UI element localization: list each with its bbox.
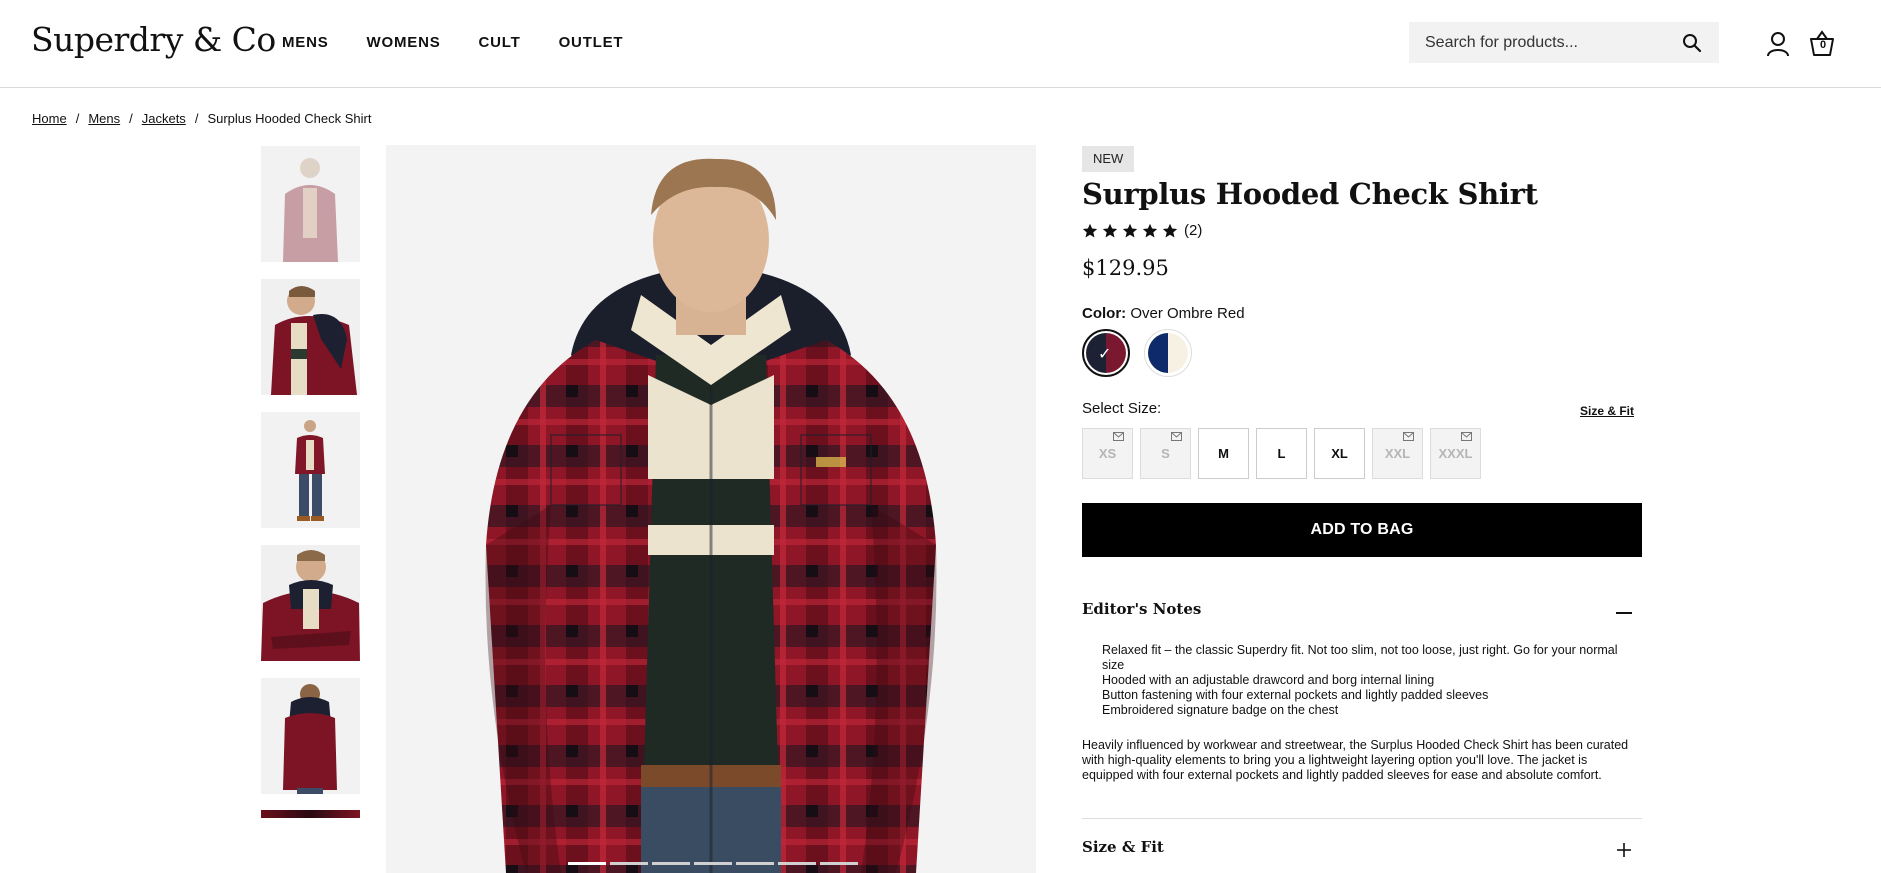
breadcrumb-separator: / — [75, 111, 80, 126]
size-fit-title: Size & Fit — [1082, 838, 1164, 856]
breadcrumb-separator: / — [129, 111, 133, 126]
size-text: XL — [1331, 446, 1348, 461]
thumbnail-image — [261, 279, 360, 395]
swatch-fill: ✓ — [1086, 333, 1126, 373]
size-text: M — [1218, 446, 1229, 461]
thumbnail-image — [261, 678, 360, 794]
search-input[interactable] — [1425, 22, 1675, 63]
size-fit-link[interactable]: Size & Fit — [1580, 404, 1634, 418]
size-option-xxl[interactable]: XXL — [1372, 428, 1423, 479]
thumbnail-6[interactable] — [261, 810, 360, 818]
check-icon: ✓ — [1098, 346, 1112, 363]
color-label: Color: Over Ombre Red — [1082, 305, 1245, 322]
breadcrumb-home[interactable]: Home — [32, 111, 67, 126]
swatch-fill — [1148, 333, 1188, 373]
breadcrumb-jackets[interactable]: Jackets — [142, 111, 186, 126]
product-rating[interactable]: (2) — [1082, 222, 1202, 239]
size-text: S — [1161, 446, 1170, 461]
star-icon — [1082, 223, 1098, 237]
size-fit-toggle[interactable]: Size & Fit — [1082, 838, 1642, 862]
plus-icon — [1617, 843, 1631, 857]
nav-womens[interactable]: WOMENS — [367, 34, 441, 51]
new-badge: NEW — [1082, 146, 1135, 172]
mail-icon — [1171, 432, 1182, 441]
thumbnail-image — [261, 412, 360, 528]
size-option-xxxl[interactable]: XXXL — [1430, 428, 1481, 479]
main-product-image[interactable] — [386, 145, 1036, 873]
add-to-bag-button[interactable]: ADD TO BAG — [1082, 503, 1642, 557]
breadcrumb: Home / Mens / Jackets / Surplus Hooded C… — [32, 111, 371, 126]
size-option-xs[interactable]: XS — [1082, 428, 1133, 479]
editors-notes-toggle[interactable]: Editor's Notes — [1082, 600, 1642, 624]
nav-mens[interactable]: MENS — [282, 34, 329, 51]
search-icon[interactable] — [1682, 33, 1702, 53]
search-bar — [1409, 22, 1719, 63]
product-description: Heavily influenced by workwear and stree… — [1082, 738, 1629, 782]
site-logo[interactable]: Superdry & Co — [31, 20, 276, 59]
slide-dot[interactable] — [736, 862, 774, 865]
product-price: $129.95 — [1082, 256, 1169, 280]
star-icon — [1122, 223, 1138, 237]
thumbnail-3[interactable] — [261, 412, 360, 528]
product-title: Surplus Hooded Check Shirt — [1082, 177, 1538, 211]
basket-count: 0 — [1819, 39, 1827, 51]
nav-outlet[interactable]: OUTLET — [559, 34, 624, 51]
star-icon — [1102, 223, 1118, 237]
thumbnail-4[interactable] — [261, 545, 360, 661]
product-photo — [386, 145, 1036, 873]
mail-icon — [1113, 432, 1124, 441]
breadcrumb-separator: / — [194, 111, 199, 126]
star-icon — [1142, 223, 1158, 237]
breadcrumb-mens[interactable]: Mens — [88, 111, 120, 126]
list-item: Relaxed fit – the classic Superdry fit. … — [1102, 643, 1618, 672]
thumbnail-1[interactable] — [261, 146, 360, 262]
color-swatch-selected[interactable]: ✓ — [1082, 329, 1130, 377]
main-nav: MENS WOMENS CULT OUTLET — [282, 34, 661, 51]
mail-icon — [1461, 432, 1472, 441]
site-header: Superdry & Co MENS WOMENS CULT OUTLET 0 — [0, 0, 1881, 88]
editors-notes-list: Relaxed fit – the classic Superdry fit. … — [1102, 643, 1622, 718]
size-option-m[interactable]: M — [1198, 428, 1249, 479]
size-label: Select Size: — [1082, 400, 1162, 417]
size-text: XS — [1098, 446, 1117, 461]
nav-cult[interactable]: CULT — [479, 34, 521, 51]
color-value: Over Ombre Red — [1130, 305, 1245, 322]
slide-indicator — [568, 862, 858, 865]
review-count[interactable]: (2) — [1184, 222, 1202, 239]
mail-icon — [1403, 432, 1414, 441]
minus-icon — [1616, 612, 1632, 614]
star-icon — [1162, 223, 1178, 237]
slide-dot[interactable] — [652, 862, 690, 865]
editors-notes-title: Editor's Notes — [1082, 600, 1202, 618]
size-text: XXL — [1384, 446, 1411, 461]
size-text: L — [1277, 446, 1286, 461]
color-swatch[interactable] — [1144, 329, 1192, 377]
list-item: Button fastening with four external pock… — [1102, 688, 1489, 702]
thumbnail-image — [261, 146, 360, 262]
divider — [1082, 818, 1642, 819]
slide-dot[interactable] — [778, 862, 816, 865]
slide-dot[interactable] — [694, 862, 732, 865]
slide-dot[interactable] — [820, 862, 858, 865]
size-option-xl[interactable]: XL — [1314, 428, 1365, 479]
thumbnail-5[interactable] — [261, 678, 360, 794]
list-item: Embroidered signature badge on the chest — [1102, 703, 1339, 717]
account-icon[interactable] — [1766, 31, 1790, 57]
color-label-title: Color: — [1082, 305, 1127, 322]
slide-dot[interactable] — [568, 862, 606, 865]
thumbnail-image — [261, 545, 360, 661]
breadcrumb-current: Surplus Hooded Check Shirt — [207, 111, 372, 126]
list-item: Hooded with an adjustable drawcord and b… — [1102, 673, 1435, 687]
size-option-s[interactable]: S — [1140, 428, 1191, 479]
size-selector: XS S M L XL XXL XXXL — [1082, 428, 1488, 479]
slide-dot[interactable] — [610, 862, 648, 865]
size-text: XXXL — [1438, 446, 1473, 461]
size-option-l[interactable]: L — [1256, 428, 1307, 479]
thumbnail-2[interactable] — [261, 279, 360, 395]
